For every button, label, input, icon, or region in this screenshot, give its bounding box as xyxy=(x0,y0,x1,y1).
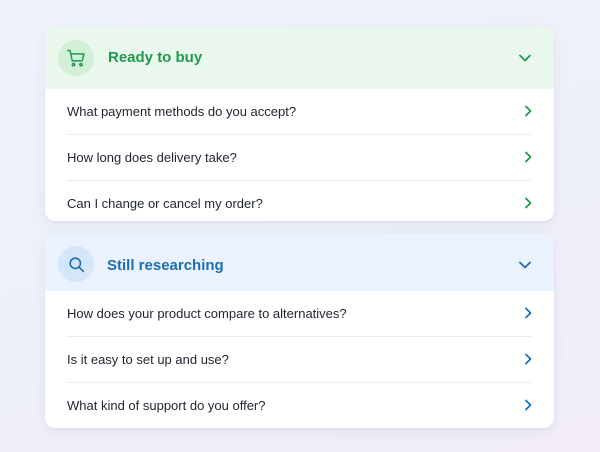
section-header-ready-to-buy[interactable]: Ready to buy xyxy=(45,27,554,89)
question-label: Can I change or cancel my order? xyxy=(67,196,263,211)
question-label: How does your product compare to alterna… xyxy=(67,306,347,321)
question-item-payment-methods[interactable]: What payment methods do you accept? xyxy=(67,89,532,135)
chevron-right-icon xyxy=(525,105,532,117)
question-label: What payment methods do you accept? xyxy=(67,104,297,119)
section-header-still-researching[interactable]: Still researching xyxy=(45,234,554,291)
question-item-setup-ease[interactable]: Is it easy to set up and use? xyxy=(67,337,532,383)
question-list: What payment methods do you accept? How … xyxy=(45,89,554,221)
chevron-down-icon[interactable] xyxy=(518,260,532,270)
chevron-right-icon xyxy=(525,307,532,319)
chevron-down-icon[interactable] xyxy=(518,53,532,63)
chevron-right-icon xyxy=(525,399,532,411)
question-list: How does your product compare to alterna… xyxy=(45,291,554,428)
chevron-right-icon xyxy=(525,197,532,209)
question-item-compare-alternatives[interactable]: How does your product compare to alterna… xyxy=(67,291,532,337)
question-label: What kind of support do you offer? xyxy=(67,398,266,413)
chevron-right-icon xyxy=(525,151,532,163)
faq-section-still-researching: Still researching How does your product … xyxy=(45,234,554,428)
section-title: Ready to buy xyxy=(108,49,203,66)
question-item-support[interactable]: What kind of support do you offer? xyxy=(67,383,532,428)
chevron-right-icon xyxy=(525,353,532,365)
question-label: How long does delivery take? xyxy=(67,150,237,165)
question-item-delivery-time[interactable]: How long does delivery take? xyxy=(67,135,532,181)
question-item-change-cancel-order[interactable]: Can I change or cancel my order? xyxy=(67,181,532,221)
search-icon xyxy=(58,246,94,282)
section-title: Still researching xyxy=(107,257,224,274)
cart-icon xyxy=(58,40,94,76)
question-label: Is it easy to set up and use? xyxy=(67,352,229,367)
faq-section-ready-to-buy: Ready to buy What payment methods do you… xyxy=(45,27,554,221)
